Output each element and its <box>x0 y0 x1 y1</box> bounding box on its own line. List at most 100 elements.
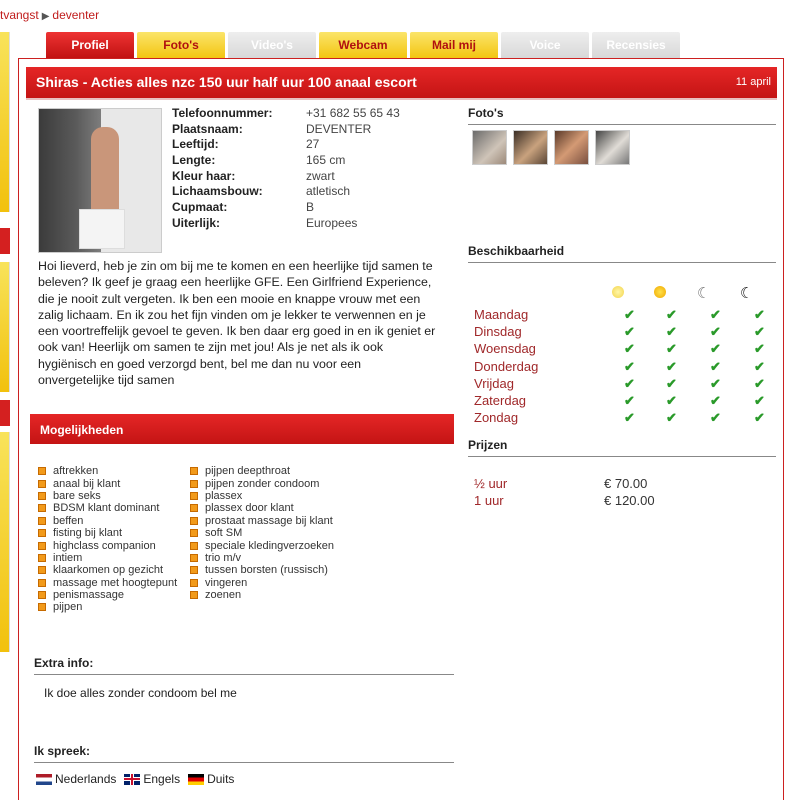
check-icon: ✔ <box>666 375 677 391</box>
bullet-icon <box>190 479 198 488</box>
breadcrumb-arrow-icon: ▶ <box>41 11 50 22</box>
language-item: Nederlands <box>36 772 116 786</box>
option-item: soft SM <box>190 527 334 539</box>
check-icon: ✔ <box>710 375 721 391</box>
breadcrumb-link[interactable]: tvangst <box>0 8 39 22</box>
check-icon: ✔ <box>710 307 721 322</box>
option-label: plassex <box>205 489 243 502</box>
detail-value: atletisch <box>306 184 351 199</box>
detail-label: Telefoonnummer: <box>172 106 273 120</box>
tab-profiel[interactable]: Profiel <box>46 32 134 58</box>
check-icon: ✔ <box>754 307 765 322</box>
tab-voice[interactable]: Voice <box>501 32 589 58</box>
bullet-icon <box>38 516 46 525</box>
option-item: zoenen <box>190 589 334 601</box>
languages-divider <box>34 762 454 763</box>
bullet-icon <box>38 504 46 513</box>
tab-fotos[interactable]: Foto's <box>137 32 225 58</box>
sidebar-block <box>0 32 10 212</box>
tab-mail-mij[interactable]: Mail mij <box>410 32 498 58</box>
option-label: zoenen <box>205 589 242 602</box>
language-item: Engels <box>124 772 180 786</box>
option-item: pijpen zonder condoom <box>190 477 334 490</box>
profile-tabs: Profiel Foto's Video's Webcam Mail mij V… <box>46 32 683 58</box>
option-label: bare seks <box>53 489 101 502</box>
option-label: highclass companion <box>53 539 156 552</box>
option-item: vingeren <box>190 577 334 589</box>
option-label: penismassage <box>53 589 124 602</box>
options-column-2: pijpen deepthroat pijpen zonder condoom … <box>190 465 334 601</box>
photo-thumbnail[interactable] <box>513 130 548 165</box>
option-label: soft SM <box>205 527 243 540</box>
option-label: intiem <box>53 551 83 564</box>
language-label: Duits <box>207 772 235 786</box>
availability-day: Dinsdag <box>474 324 522 340</box>
option-label: beffen <box>53 514 84 527</box>
photo-thumbnails <box>472 130 636 165</box>
photo-thumbnail[interactable] <box>554 130 589 165</box>
option-item: bare seks <box>38 490 177 502</box>
availability-day: Vrijdag <box>474 375 514 391</box>
detail-value: B <box>306 200 315 215</box>
check-icon: ✔ <box>666 358 677 374</box>
check-icon: ✔ <box>710 358 721 374</box>
tab-recensies[interactable]: Recensies <box>592 32 680 58</box>
option-item: pijpen <box>38 601 177 613</box>
detail-value: +31 682 55 65 43 <box>306 106 400 120</box>
check-icon: ✔ <box>666 392 677 408</box>
bullet-icon <box>38 479 46 488</box>
prices-divider <box>468 456 776 457</box>
breadcrumb-link-deventer[interactable]: deventer <box>52 8 99 22</box>
photo-figure <box>91 127 119 222</box>
check-icon: ✔ <box>666 307 677 322</box>
photo-thumbnail[interactable] <box>472 130 507 165</box>
main-profile-photo[interactable] <box>38 108 162 253</box>
photo-thumbnail[interactable] <box>595 130 630 165</box>
availability-day: Donderdag <box>474 358 539 374</box>
bullet-icon <box>38 541 46 550</box>
bullet-icon <box>190 467 198 476</box>
option-label: anaal bij klant <box>53 477 121 490</box>
check-icon: ✔ <box>666 324 677 340</box>
availability-day: Zaterdag <box>474 392 527 408</box>
languages-list: Nederlands Engels Duits <box>36 772 242 786</box>
bullet-icon <box>190 553 198 562</box>
price-duration: ½ uur <box>474 476 508 491</box>
night-moon-icon: ☾ <box>740 285 754 302</box>
option-item: klaarkomen op gezicht <box>38 564 177 576</box>
detail-value: 27 <box>306 137 320 152</box>
bullet-icon <box>38 553 46 562</box>
option-item: anaal bij klant <box>38 477 177 490</box>
breadcrumb: tvangst ▶ deventer <box>0 8 99 22</box>
bullet-icon <box>38 578 46 587</box>
check-icon: ✔ <box>624 358 635 374</box>
profile-description: Hoi lieverd, heb je zin om bij me te kom… <box>38 259 436 388</box>
availability-day: Maandag <box>474 307 529 322</box>
profile-page: tvangst ▶ deventer Profiel Foto's Video's … <box>0 0 786 800</box>
availability-day: Zondag <box>474 410 519 426</box>
tab-videos[interactable]: Video's <box>228 32 316 58</box>
bullet-icon <box>38 591 46 600</box>
option-item: beffen <box>38 515 177 527</box>
profile-title: Shiras - Acties alles nzc 150 uur half u… <box>36 74 417 90</box>
check-icon: ✔ <box>624 324 635 340</box>
option-item: prostaat massage bij klant <box>190 515 334 527</box>
fotos-heading: Foto's <box>468 106 504 120</box>
option-label: tussen borsten (russisch) <box>205 564 328 577</box>
check-icon: ✔ <box>710 324 721 340</box>
option-label: prostaat massage bij klant <box>205 514 333 527</box>
detail-value: 165 cm <box>306 153 346 168</box>
tab-webcam[interactable]: Webcam <box>319 32 407 58</box>
evening-moon-icon: ☾ <box>697 285 711 302</box>
bullet-icon <box>190 504 198 513</box>
price-value: € 120.00 <box>604 493 655 508</box>
bullet-icon <box>38 467 46 476</box>
sidebar-block <box>0 262 10 392</box>
check-icon: ✔ <box>754 324 765 340</box>
bullet-icon <box>190 541 198 550</box>
option-label: speciale kledingverzoeken <box>205 539 335 552</box>
extra-info-text: Ik doe alles zonder condoom bel me <box>44 686 237 700</box>
prices-heading: Prijzen <box>468 438 508 452</box>
flag-nl-icon <box>36 773 52 785</box>
flag-gb-icon <box>124 773 141 785</box>
